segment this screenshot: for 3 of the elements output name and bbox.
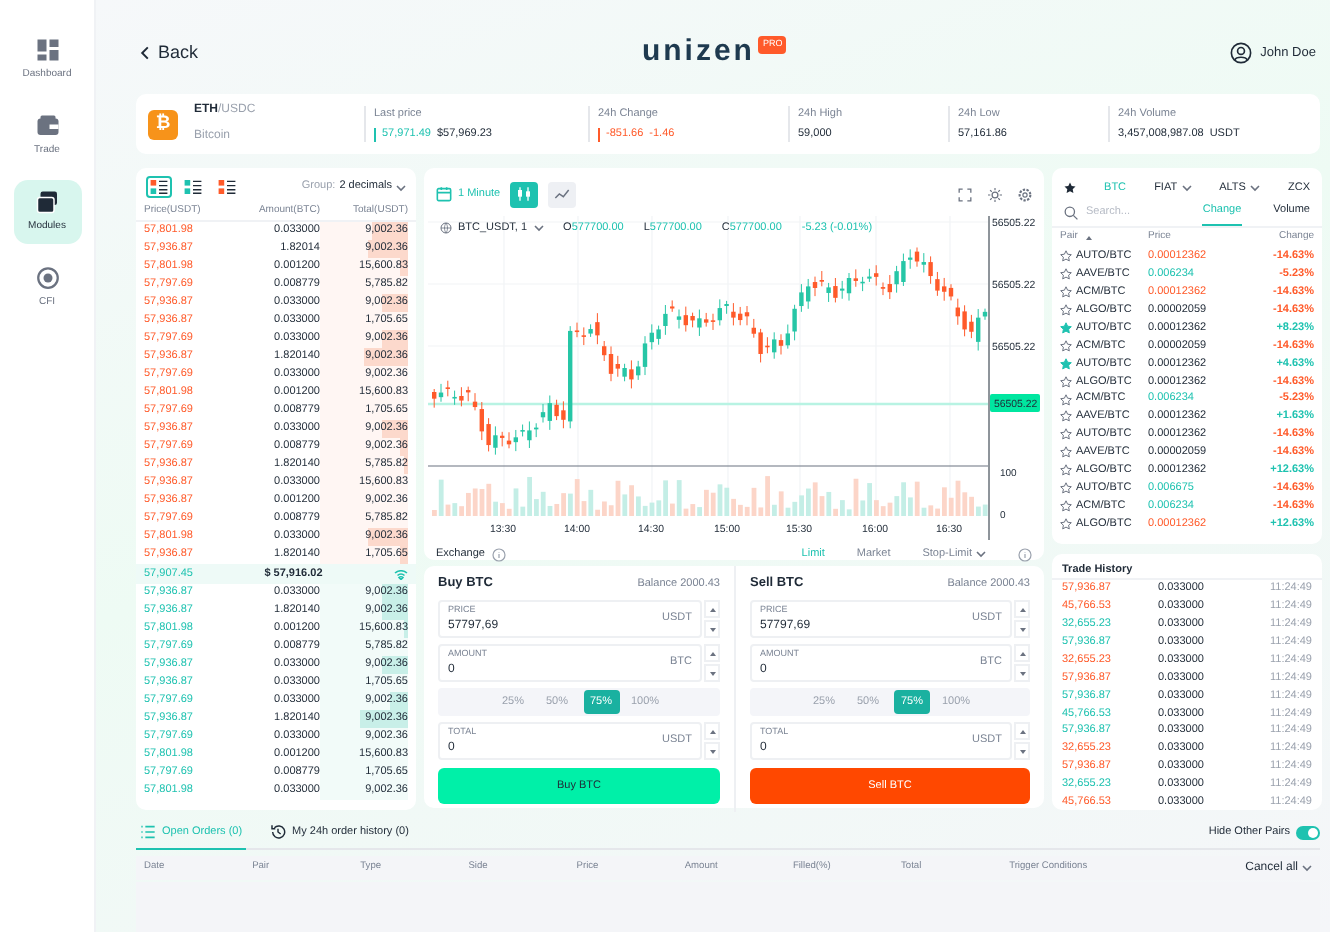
- back-button[interactable]: Back: [140, 39, 199, 67]
- logo-text: unizen: [641, 32, 755, 73]
- coin-logo: ₿: [148, 109, 178, 139]
